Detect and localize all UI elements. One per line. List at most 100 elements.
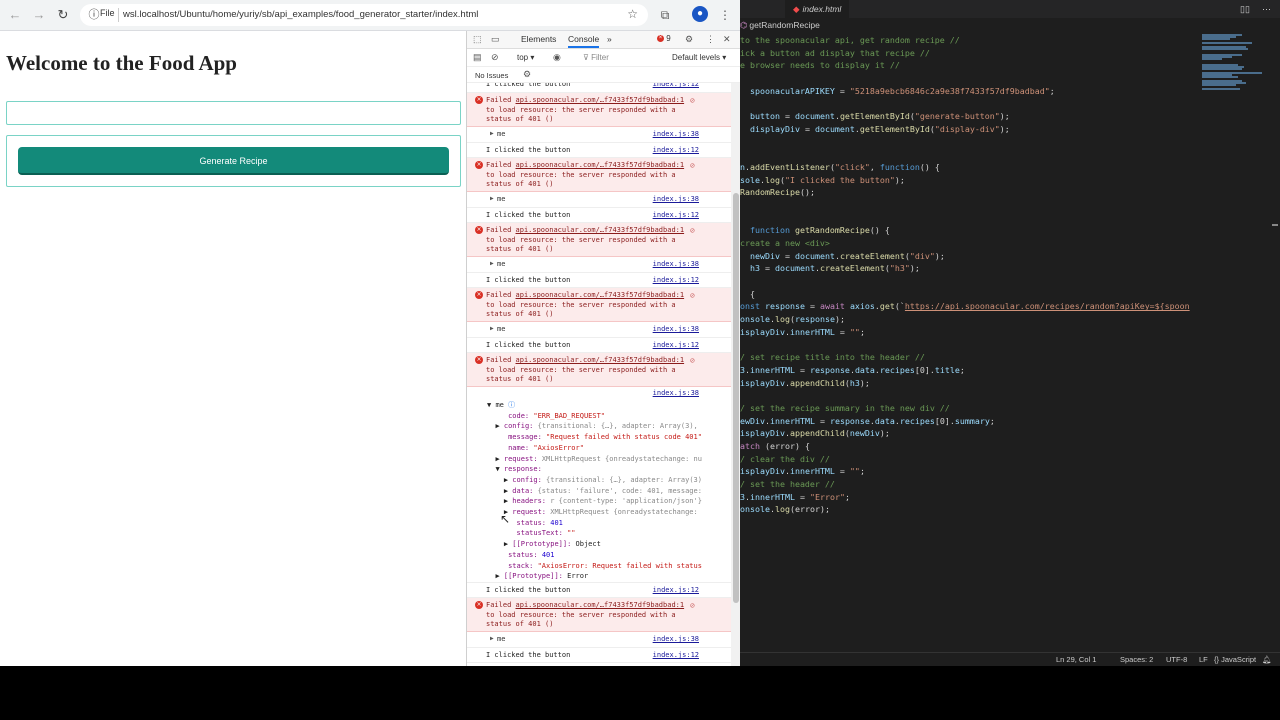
tab-index-html[interactable]: ◆ index.html <box>785 0 850 18</box>
extensions-icon[interactable]: ⧉ <box>656 6 674 24</box>
minimap[interactable] <box>1202 34 1270 94</box>
code-line[interactable]: onsole.log(response); <box>740 313 1210 326</box>
encoding[interactable]: UTF-8 <box>1166 655 1187 664</box>
recipe-input[interactable] <box>6 101 461 125</box>
bookmark-star-icon[interactable]: ☆ <box>627 7 638 21</box>
error-url-link[interactable]: api.spoonacular.com/…f7433f57df9badbad:1 <box>516 226 685 234</box>
console-object-row[interactable]: ▶ me index.js:38 <box>467 127 731 143</box>
filter-input[interactable]: ⊽ Filter <box>583 53 609 62</box>
source-link[interactable]: index.js:38 <box>653 260 699 268</box>
expand-triangle-icon[interactable]: ▶ <box>490 130 494 137</box>
code-line[interactable]: isplayDiv.innerHTML = ""; <box>740 465 1210 478</box>
notifications-bell-icon[interactable]: 🔔︎ <box>1262 655 1272 664</box>
devtools-menu-icon[interactable]: ⋮ <box>706 34 715 45</box>
close-devtools-icon[interactable]: ✕ <box>723 34 731 45</box>
expand-triangle-icon[interactable]: ▶ <box>495 455 499 463</box>
code-line[interactable] <box>740 97 1210 110</box>
expand-triangle-icon[interactable]: ▶ <box>490 325 494 332</box>
console-object-row[interactable]: ▶ me index.js:38 <box>467 632 731 648</box>
reload-icon[interactable]: ↻ <box>54 6 72 24</box>
device-toolbar-icon[interactable]: ▭ <box>491 34 500 45</box>
console-output[interactable]: I clicked the button index.js:12 × Failed… <box>467 83 731 666</box>
console-object-row[interactable]: ▶ me index.js:38 <box>467 322 731 338</box>
console-scroll-thumb[interactable] <box>733 193 739 603</box>
profile-avatar-icon[interactable]: ● <box>692 6 708 22</box>
breadcrumb[interactable]: ⌬ getRandomRecipe <box>740 20 820 31</box>
code-line[interactable]: isplayDiv.appendChild(newDiv); <box>740 427 1210 440</box>
code-line[interactable]: function getRandomRecipe() { <box>740 224 1210 237</box>
address-bar[interactable]: ⓘ File wsl.localhost/Ubuntu/home/yuriy/s… <box>80 4 648 26</box>
code-line[interactable] <box>740 72 1210 85</box>
source-link[interactable]: index.js:38 <box>653 325 699 333</box>
tab-console[interactable]: Console <box>568 34 600 48</box>
code-line[interactable]: isplayDiv.appendChild(h3); <box>740 377 1210 390</box>
open-network-icon[interactable]: ⊘ <box>690 291 695 300</box>
open-network-icon[interactable]: ⊘ <box>690 161 695 170</box>
code-line[interactable] <box>740 339 1210 352</box>
source-link[interactable]: index.js:12 <box>653 586 699 594</box>
expand-triangle-icon[interactable]: ▶ <box>490 195 494 202</box>
source-link[interactable]: index.js:12 <box>653 211 699 219</box>
expanded-error-object[interactable]: index.js:38 ▼ me ⓘ code: "ERR_BAD_REQUEST… <box>467 387 731 583</box>
code-line[interactable]: newDiv = document.createElement("div"); <box>740 250 1210 263</box>
forward-icon[interactable]: → <box>30 6 48 24</box>
code-line[interactable]: sole.log("I clicked the button"); <box>740 174 1210 187</box>
source-link[interactable]: index.js:12 <box>653 341 699 349</box>
code-line[interactable]: n.addEventListener("click", function() { <box>740 161 1210 174</box>
collapse-triangle-icon[interactable]: ▼ <box>487 401 491 409</box>
source-link[interactable]: index.js:12 <box>653 83 699 88</box>
indentation[interactable]: Spaces: 2 <box>1120 655 1153 664</box>
code-line[interactable]: / set recipe title into the header // <box>740 351 1210 364</box>
code-line[interactable]: button = document.getElementById("genera… <box>740 110 1210 123</box>
code-line[interactable]: displayDiv = document.getElementById("di… <box>740 123 1210 136</box>
split-editor-icon[interactable]: ▯▯ <box>1240 4 1250 15</box>
code-line[interactable]: ick a button ad display that recipe // <box>740 47 1210 60</box>
context-selector[interactable]: top ▾ <box>517 53 534 62</box>
language-mode[interactable]: {} JavaScript <box>1214 655 1256 664</box>
error-url-link[interactable]: api.spoonacular.com/…f7433f57df9badbad:1 <box>516 161 685 169</box>
expand-triangle-icon[interactable]: ▶ <box>504 487 508 495</box>
error-url-link[interactable]: api.spoonacular.com/…f7433f57df9badbad:1 <box>516 601 685 609</box>
console-settings-icon[interactable]: ⚙ <box>523 69 531 80</box>
code-line[interactable]: to the spoonacular api, get random recip… <box>740 34 1210 47</box>
code-line[interactable]: / set the header // <box>740 478 1210 491</box>
code-line[interactable] <box>740 275 1210 288</box>
source-link[interactable]: index.js:12 <box>653 651 699 659</box>
code-line[interactable] <box>740 199 1210 212</box>
expand-triangle-icon[interactable]: ▶ <box>495 572 499 580</box>
expand-triangle-icon[interactable]: ▶ <box>504 476 508 484</box>
source-link[interactable]: index.js:12 <box>653 276 699 284</box>
open-network-icon[interactable]: ⊘ <box>690 356 695 365</box>
expand-triangle-icon[interactable]: ▶ <box>504 497 508 505</box>
line-ending[interactable]: LF <box>1199 655 1208 664</box>
back-icon[interactable]: ← <box>6 6 24 24</box>
url-text[interactable]: wsl.localhost/Ubuntu/home/yuriy/sb/api_e… <box>123 9 478 20</box>
log-levels-dropdown[interactable]: Default levels ▾ <box>672 53 726 62</box>
code-line[interactable]: { <box>740 288 1210 301</box>
error-url-link[interactable]: api.spoonacular.com/…f7433f57df9badbad:1 <box>516 96 685 104</box>
code-line[interactable]: 3.innerHTML = response.data.recipes[0].t… <box>740 364 1210 377</box>
console-object-row[interactable]: ▶ me index.js:38 <box>467 257 731 273</box>
error-count-badge[interactable]: × 9 <box>657 34 671 43</box>
settings-gear-icon[interactable]: ⚙ <box>685 34 693 45</box>
code-line[interactable]: create a new <div> <box>740 237 1210 250</box>
code-line[interactable] <box>740 212 1210 225</box>
open-network-icon[interactable]: ⊘ <box>690 96 695 105</box>
expand-triangle-icon[interactable]: ▶ <box>495 422 499 430</box>
code-line[interactable] <box>740 148 1210 161</box>
menu-kebab-icon[interactable]: ⋮ <box>716 6 734 24</box>
code-line[interactable]: / clear the div // <box>740 453 1210 466</box>
issues-label[interactable]: No Issues <box>475 71 508 80</box>
source-link[interactable]: index.js:38 <box>653 195 699 203</box>
code-line[interactable]: 3.innerHTML = "Error"; <box>740 491 1210 504</box>
code-line[interactable]: ewDiv.innerHTML = response.data.recipes[… <box>740 415 1210 428</box>
clear-console-icon[interactable]: ⊘ <box>491 52 499 63</box>
code-line[interactable]: e browser needs to display it // <box>740 59 1210 72</box>
cursor-position[interactable]: Ln 29, Col 1 <box>1056 655 1096 664</box>
console-object-row[interactable]: ▶ me index.js:38 <box>467 192 731 208</box>
source-link[interactable]: index.js:38 <box>653 130 699 138</box>
code-line[interactable]: isplayDiv.innerHTML = ""; <box>740 326 1210 339</box>
source-link[interactable]: index.js:12 <box>653 146 699 154</box>
code-line[interactable] <box>740 136 1210 149</box>
code-line[interactable]: RandomRecipe(); <box>740 186 1210 199</box>
